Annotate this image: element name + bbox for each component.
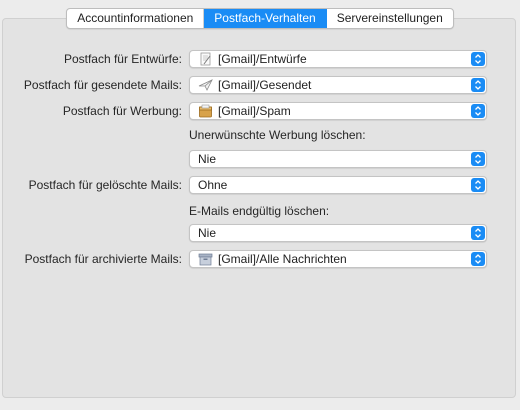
tab-bar: Accountinformationen Postfach-Verhalten … [0, 8, 520, 29]
archive-mailbox-value: [Gmail]/Alle Nachrichten [218, 252, 347, 266]
tab-server-settings[interactable]: Servereinstellungen [327, 9, 453, 28]
junk-delete-value: Nie [198, 152, 217, 166]
junk-mailbox-value: [Gmail]/Spam [218, 104, 291, 118]
junk-delete-label: Unerwünschte Werbung löschen: [189, 128, 366, 142]
trash-delete-label: E-Mails endgültig löschen: [189, 204, 330, 218]
drafts-mailbox-popup[interactable]: [Gmail]/Entwürfe [189, 50, 487, 68]
tab-mailbox-behavior[interactable]: Postfach-Verhalten [204, 9, 327, 28]
tab-account-information[interactable]: Accountinformationen [67, 9, 205, 28]
trash-mailbox-popup[interactable]: Ohne [189, 176, 487, 194]
sent-mailbox-label: Postfach für gesendete Mails: [23, 78, 182, 92]
drafts-folder-icon [198, 52, 213, 66]
junk-delete-popup[interactable]: Nie [189, 150, 487, 168]
sent-mailbox-popup[interactable]: [Gmail]/Gesendet [189, 76, 487, 94]
junk-mailbox-popup[interactable]: [Gmail]/Spam [189, 102, 487, 120]
archive-mailbox-label: Postfach für archivierte Mails: [24, 252, 182, 266]
sent-mailbox-value: [Gmail]/Gesendet [218, 78, 312, 92]
trash-mailbox-value: Ohne [198, 178, 228, 192]
drafts-mailbox-label: Postfach für Entwürfe: [63, 52, 182, 66]
trash-delete-value: Nie [198, 226, 217, 240]
popup-arrows-icon [471, 152, 485, 166]
trash-mailbox-label: Postfach für gelöschte Mails: [28, 178, 182, 192]
popup-arrows-icon [471, 78, 485, 92]
drafts-mailbox-value: [Gmail]/Entwürfe [218, 52, 307, 66]
popup-arrows-icon [471, 52, 485, 66]
archive-mailbox-popup[interactable]: [Gmail]/Alle Nachrichten [189, 250, 487, 268]
popup-arrows-icon [471, 252, 485, 266]
segmented-control: Accountinformationen Postfach-Verhalten … [66, 8, 454, 29]
junk-mailbox-label: Postfach für Werbung: [62, 104, 182, 118]
junk-folder-icon [198, 104, 213, 118]
popup-arrows-icon [471, 226, 485, 240]
popup-arrows-icon [471, 178, 485, 192]
archive-box-icon [198, 252, 213, 266]
sent-folder-icon [198, 78, 213, 92]
trash-delete-popup[interactable]: Nie [189, 224, 487, 242]
popup-arrows-icon [471, 104, 485, 118]
